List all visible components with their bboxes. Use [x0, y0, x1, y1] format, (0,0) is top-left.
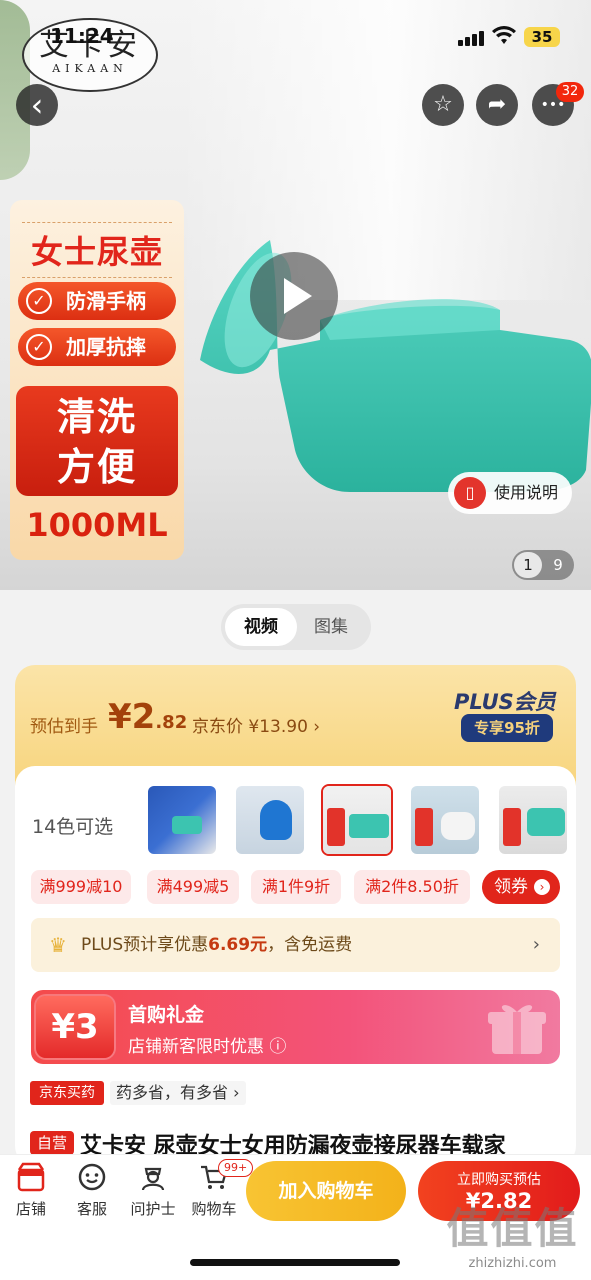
promo-banner: 女士尿壶 ✓ 防滑手柄 ✓ 加厚抗摔 清洗方便 1000ML: [10, 200, 184, 560]
promo-feature-2-label: 加厚抗摔: [66, 335, 146, 359]
estimated-price: ¥2.82: [108, 697, 187, 737]
get-coupon-label: 领券: [494, 877, 528, 897]
coupon-499-5[interactable]: 满499减5: [147, 870, 239, 904]
promo-feature-1: ✓ 防滑手柄: [18, 282, 176, 320]
star-icon: ☆: [433, 92, 453, 117]
color-count-label[interactable]: 14色可选: [32, 812, 113, 839]
plus-discount-badge[interactable]: 专享95折: [461, 714, 553, 742]
gift-subtitle: 店铺新客限时优惠 ⓘ: [128, 1037, 287, 1057]
gift-box-icon: [488, 1005, 546, 1054]
color-thumb-3-selected[interactable]: [321, 784, 393, 856]
service-icon: [78, 1163, 106, 1191]
jd-pharmacy-tag: 京东买药: [30, 1081, 104, 1105]
drug-slogan-link[interactable]: 药多省，有多省 ›: [110, 1081, 246, 1105]
promo-title: 女士尿壶: [22, 222, 172, 278]
estimated-price-decimal: .82: [155, 712, 188, 733]
promo-feature-1-label: 防滑手柄: [66, 289, 146, 313]
tab-video[interactable]: 视频: [225, 608, 297, 646]
store-icon: [17, 1162, 45, 1192]
promo-highlight: 清洗方便: [16, 386, 178, 496]
cart-count-badge: 99+: [218, 1159, 254, 1177]
estimated-price-main: ¥2: [108, 697, 156, 737]
home-indicator[interactable]: [190, 1259, 400, 1266]
color-thumb-1[interactable]: [146, 784, 218, 856]
manual-book-icon: ▯: [454, 477, 486, 509]
color-thumb-2[interactable]: [234, 784, 306, 856]
color-thumb-5[interactable]: [497, 784, 569, 856]
coupon-1-item-90[interactable]: 满1件9折: [251, 870, 341, 904]
gallery-pager: 1 9: [512, 550, 574, 580]
plus-savings-amount: 6.69元: [208, 935, 268, 955]
tab-gallery[interactable]: 图集: [295, 608, 367, 646]
add-to-cart-button[interactable]: 加入购物车: [246, 1161, 406, 1221]
plus-member-label: PLUS会员: [454, 690, 556, 714]
gift-title: 首购礼金: [128, 1004, 205, 1026]
ask-nurse-button[interactable]: 问护士: [123, 1162, 183, 1219]
cart-label: 购物车: [191, 1200, 237, 1218]
battery-indicator: 35: [524, 27, 560, 47]
self-run-tag: 自营: [30, 1131, 74, 1155]
pager-total: 9: [553, 556, 563, 574]
nurse-icon: [141, 1167, 165, 1191]
plus-savings-suffix: ，含免运费: [267, 935, 353, 955]
buy-now-label: 立即购买预估: [457, 1172, 541, 1188]
brand-logo-en: AIKAAN: [52, 62, 128, 75]
coupon-2-items-85[interactable]: 满2件8.50折: [354, 870, 470, 904]
plus-savings-prefix: PLUS预计享优惠: [81, 935, 209, 955]
jd-price-link[interactable]: 京东价 ¥13.90 ›: [192, 712, 320, 737]
nurse-label: 问护士: [130, 1200, 176, 1218]
back-icon: ‹: [30, 86, 44, 124]
get-coupon-button[interactable]: 领券 ›: [482, 870, 560, 904]
pager-current: 1: [514, 552, 542, 578]
promo-highlight-label: 清洗方便: [56, 395, 137, 489]
share-icon: ➦: [487, 92, 507, 117]
chevron-right-icon: ›: [534, 879, 550, 895]
plus-savings-bar[interactable]: ♛ PLUS预计享优惠6.69元，含免运费 ›: [31, 918, 560, 972]
product-gallery[interactable]: 艾卡安 AIKAAN 11:24 35 ‹ ☆ ➦ ••• 32 女士尿壶 ✓ …: [0, 0, 591, 590]
manual-button[interactable]: ▯ 使用说明: [448, 472, 572, 514]
crown-icon: ♛: [49, 933, 67, 957]
check-icon: ✓: [26, 288, 52, 314]
cellular-signal-icon: [458, 30, 484, 46]
watermark-logo: 值值值: [446, 1204, 579, 1253]
chevron-right-icon: ›: [532, 934, 540, 955]
estimated-price-label: 预估到手: [30, 717, 98, 737]
play-video-button[interactable]: [250, 252, 338, 340]
promo-feature-2: ✓ 加厚抗摔: [18, 328, 176, 366]
customer-service-button[interactable]: 客服: [62, 1162, 122, 1219]
service-label: 客服: [76, 1200, 107, 1218]
check-icon: ✓: [26, 334, 52, 360]
media-tabs: 视频 图集: [221, 604, 371, 650]
color-thumb-4[interactable]: [409, 784, 481, 856]
back-button[interactable]: ‹: [16, 84, 58, 126]
gift-amount: ¥3: [36, 996, 114, 1058]
promo-volume: 1000ML: [26, 506, 168, 544]
manual-label: 使用说明: [494, 483, 559, 502]
store-label: 店铺: [15, 1200, 46, 1218]
watermark-url: zhizhizhi.com: [468, 1256, 557, 1271]
notification-badge: 32: [556, 82, 584, 102]
wifi-icon: [492, 26, 516, 51]
favorite-button[interactable]: ☆: [422, 84, 464, 126]
store-button[interactable]: 店铺: [1, 1162, 61, 1219]
status-time: 11:24: [50, 24, 114, 48]
coupon-999-10[interactable]: 满999减10: [31, 870, 131, 904]
share-button[interactable]: ➦: [476, 84, 518, 126]
watermark: 值值值 zhizhizhi.com: [440, 1195, 585, 1271]
